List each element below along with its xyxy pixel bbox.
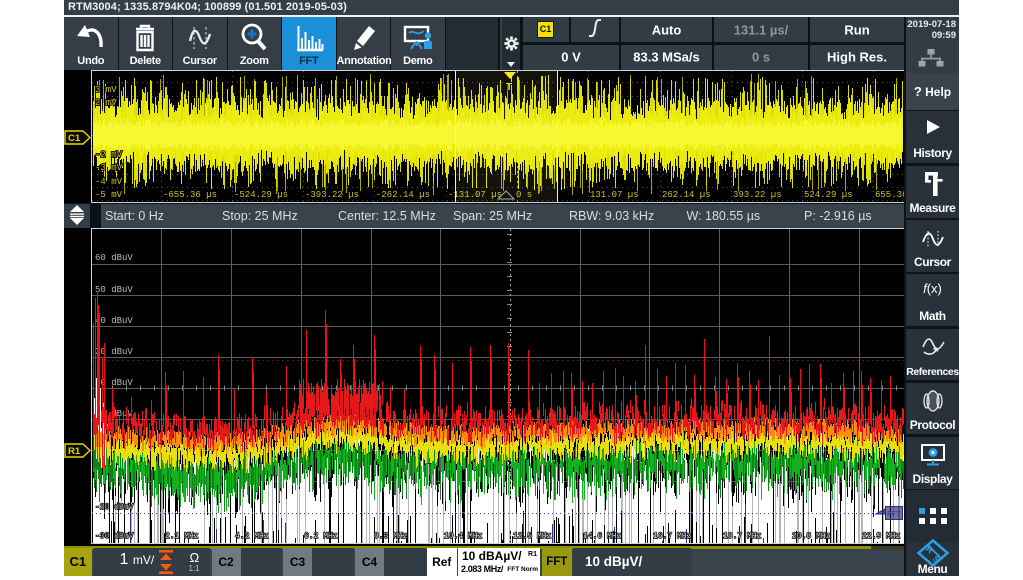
svg-text:4.2 MHz: 4.2 MHz [235, 532, 269, 541]
svg-text:20 dBuV: 20 dBuV [95, 378, 133, 388]
svg-text:12.5 MHz: 12.5 MHz [513, 532, 552, 541]
svg-text:R1: R1 [68, 446, 81, 457]
svg-text:40 dBuV: 40 dBuV [95, 316, 133, 326]
svg-text:50 dBuV: 50 dBuV [95, 285, 133, 295]
svg-text:-262.14 µs: -262.14 µs [376, 190, 430, 200]
svg-text:524.29 µs: 524.29 µs [804, 190, 853, 200]
svg-text:-20 dBuV: -20 dBuV [95, 503, 134, 512]
svg-text:60 dBuV: 60 dBuV [95, 253, 133, 263]
svg-text:-393.22 µs: -393.22 µs [305, 190, 359, 200]
svg-text:C1: C1 [68, 133, 81, 144]
svg-text:262.14 µs: 262.14 µs [662, 190, 711, 200]
svg-text:6.2 MHz: 6.2 MHz [304, 532, 338, 541]
svg-text:-3 mV: -3 mV [95, 163, 123, 173]
svg-text:22.9 MHz: 22.9 MHz [862, 532, 901, 541]
svg-text:131.07 µs: 131.07 µs [590, 190, 639, 200]
svg-text:20.8 MHz: 20.8 MHz [792, 532, 831, 541]
svg-text:-30 dBuV: -30 dBuV [95, 532, 134, 541]
svg-text:2 mV: 2 mV [95, 98, 117, 108]
svg-text:-5 mV: -5 mV [95, 190, 123, 200]
svg-text:3 mV: 3 mV [95, 85, 117, 95]
svg-text:30 dBuV: 30 dBuV [95, 347, 133, 357]
svg-text:18.7 MHz: 18.7 MHz [723, 532, 762, 541]
svg-text:-4 mV: -4 mV [95, 177, 123, 187]
svg-text:-655.36 µs: -655.36 µs [163, 190, 217, 200]
svg-text:655.36 µs: 655.36 µs [875, 190, 905, 200]
svg-text:2.1 MHz: 2.1 MHz [165, 532, 199, 541]
svg-text:8.3 MHz: 8.3 MHz [374, 532, 408, 541]
svg-text:10.4 MHz: 10.4 MHz [444, 532, 483, 541]
svg-text:14.6 MHz: 14.6 MHz [583, 532, 622, 541]
svg-text:16.7 MHz: 16.7 MHz [653, 532, 692, 541]
svg-text:T: T [506, 82, 512, 93]
svg-text:FFT: FFT [887, 511, 901, 519]
svg-text:-2 mV: -2 mV [95, 150, 123, 160]
svg-text:393.22 µs: 393.22 µs [733, 190, 782, 200]
svg-text:-524.29 µs: -524.29 µs [234, 190, 288, 200]
